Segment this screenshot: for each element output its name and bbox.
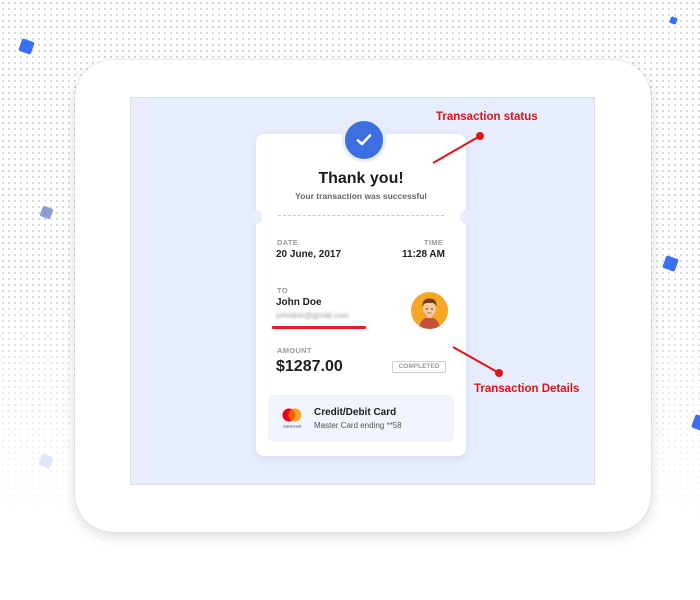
annotation-pointers: [432, 132, 503, 377]
annotation-transaction-details: Transaction Details: [474, 383, 580, 395]
annotation-transaction-status: Transaction status: [436, 111, 538, 123]
